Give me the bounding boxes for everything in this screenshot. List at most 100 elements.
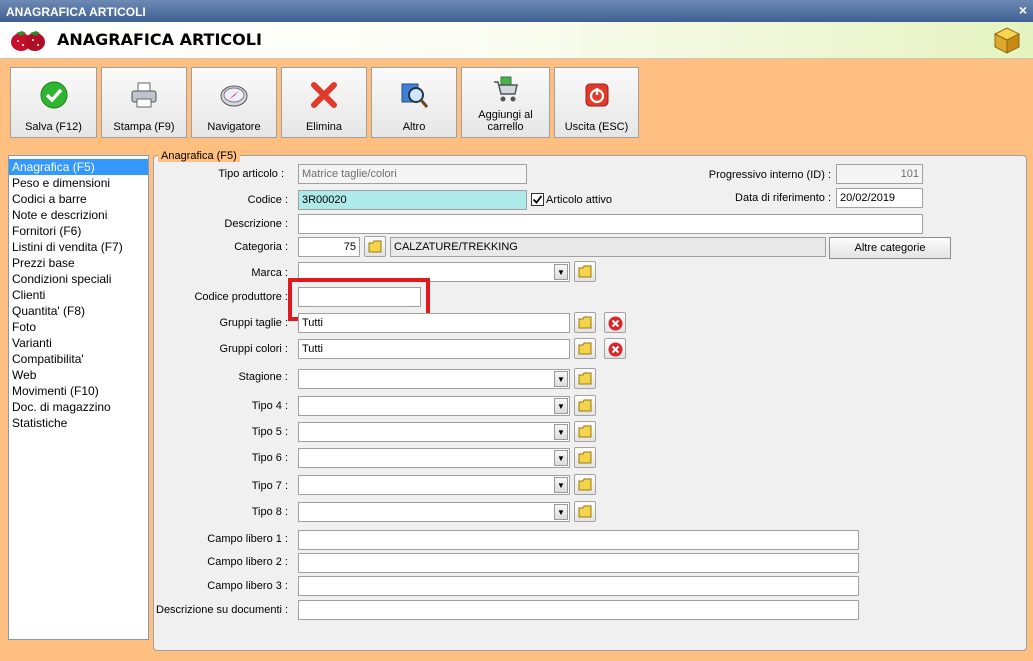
sidebar-item-codici-barre[interactable]: Codici a barre — [9, 191, 148, 207]
progressivo-field[interactable]: 101 — [836, 164, 923, 184]
marca-label: Marca : — [251, 267, 288, 279]
progressivo-label: Progressivo interno (ID) : — [708, 169, 831, 181]
folder-icon — [578, 451, 592, 464]
tipo7-select[interactable]: ▼ — [298, 475, 570, 495]
magnifier-icon — [401, 83, 429, 108]
gruppi-taglie-clear-button[interactable] — [604, 312, 626, 333]
cart-icon — [493, 76, 518, 102]
sidebar-item-doc-magazzino[interactable]: Doc. di magazzino — [9, 399, 148, 415]
add-to-cart-button[interactable]: Aggiungi al carrello — [461, 67, 550, 138]
sidebar-item-note[interactable]: Note e descrizioni — [9, 207, 148, 223]
window-title: ANAGRAFICA ARTICOLI — [6, 5, 146, 19]
compass-icon — [220, 85, 248, 107]
tipo6-folder-button[interactable] — [574, 447, 596, 468]
tipo7-label: Tipo 7 : — [251, 480, 288, 492]
sidebar-item-varianti[interactable]: Varianti — [9, 335, 148, 351]
sidebar-item-compatibilita[interactable]: Compatibilita' — [9, 351, 148, 367]
exit-label: Uscita (ESC) — [564, 121, 629, 133]
sidebar-nav: Anagrafica (F5) Peso e dimensioni Codici… — [8, 155, 149, 640]
tipo6-select[interactable]: ▼ — [298, 448, 570, 468]
stagione-label: Stagione : — [238, 371, 288, 383]
tipo4-label: Tipo 4 : — [251, 400, 288, 412]
tipo-articolo-field[interactable]: Matrice taglie/colori — [298, 164, 527, 184]
codice-field[interactable]: 3R00020 — [298, 190, 527, 210]
tipo8-label: Tipo 8 : — [251, 506, 288, 518]
desc-documenti-label: Descrizione su documenti : — [156, 604, 289, 616]
stagione-folder-button[interactable] — [574, 368, 596, 389]
chevron-down-icon[interactable]: ▼ — [554, 424, 568, 440]
remove-icon — [608, 342, 623, 357]
exit-button[interactable]: Uscita (ESC) — [554, 67, 639, 138]
chevron-down-icon[interactable]: ▼ — [554, 477, 568, 493]
tipo4-folder-button[interactable] — [574, 395, 596, 416]
tipo5-select[interactable]: ▼ — [298, 422, 570, 442]
tipo-articolo-label: Tipo articolo : — [218, 168, 284, 180]
chevron-down-icon[interactable]: ▼ — [554, 371, 568, 387]
chevron-down-icon[interactable]: ▼ — [554, 504, 568, 520]
codice-produttore-label: Codice produttore : — [194, 291, 288, 303]
sidebar-item-quantita[interactable]: Quantita' (F8) — [9, 303, 148, 319]
campo-libero-1-label: Campo libero 1 : — [207, 533, 288, 545]
close-icon[interactable]: × — [1019, 2, 1027, 18]
save-label: Salva (F12) — [25, 121, 82, 133]
chevron-down-icon[interactable]: ▼ — [554, 398, 568, 414]
stagione-select[interactable]: ▼ — [298, 369, 570, 389]
sidebar-item-peso[interactable]: Peso e dimensioni — [9, 175, 148, 191]
folder-icon — [578, 425, 592, 438]
delete-label: Elimina — [305, 121, 343, 133]
folder-icon — [578, 316, 592, 329]
window-titlebar: ANAGRAFICA ARTICOLI × — [0, 0, 1033, 22]
marca-folder-button[interactable] — [574, 261, 596, 282]
strawberries-icon — [11, 31, 45, 51]
categoria-name-field[interactable]: CALZATURE/TREKKING — [390, 237, 826, 257]
tipo8-select[interactable]: ▼ — [298, 502, 570, 522]
tipo4-select[interactable]: ▼ — [298, 396, 570, 416]
categoria-label: Categoria : — [234, 241, 288, 253]
header-bar: ANAGRAFICA ARTICOLI — [0, 22, 1033, 59]
boxes-icon — [993, 27, 1021, 54]
sidebar-item-foto[interactable]: Foto — [9, 319, 148, 335]
altre-categorie-button[interactable]: Altre categorie — [829, 237, 951, 259]
data-riferimento-field[interactable]: 20/02/2019 — [836, 188, 923, 208]
add-to-cart-label: Aggiungi al carrello — [478, 109, 533, 133]
save-button[interactable]: Salva (F12) — [10, 67, 97, 138]
navigator-button[interactable]: Navigatore — [191, 67, 277, 138]
categoria-code-field[interactable]: 75 — [298, 237, 360, 257]
gruppi-colori-folder-button[interactable] — [574, 338, 596, 359]
gruppi-colori-field[interactable]: Tutti — [298, 339, 570, 359]
sidebar-item-movimenti[interactable]: Movimenti (F10) — [9, 383, 148, 399]
print-button[interactable]: Stampa (F9) — [101, 67, 187, 138]
gruppi-colori-label: Gruppi colori : — [219, 343, 288, 355]
sidebar-item-listini[interactable]: Listini di vendita (F7) — [9, 239, 148, 255]
sidebar-item-fornitori[interactable]: Fornitori (F6) — [9, 223, 148, 239]
folder-icon — [578, 478, 592, 491]
gruppi-colori-clear-button[interactable] — [604, 338, 626, 359]
sidebar-item-statistiche[interactable]: Statistiche — [9, 415, 148, 431]
power-icon — [585, 83, 608, 107]
campo-libero-1-field[interactable] — [298, 530, 859, 550]
sidebar-item-prezzi-base[interactable]: Prezzi base — [9, 255, 148, 271]
tipo8-folder-button[interactable] — [574, 501, 596, 522]
chevron-down-icon[interactable]: ▼ — [554, 264, 568, 280]
campo-libero-2-label: Campo libero 2 : — [207, 556, 288, 568]
delete-button[interactable]: Elimina — [281, 67, 367, 138]
desc-documenti-field[interactable] — [298, 600, 859, 620]
checkmark-icon — [532, 195, 543, 204]
tipo5-folder-button[interactable] — [574, 421, 596, 442]
categoria-folder-button[interactable] — [364, 236, 386, 257]
tipo7-folder-button[interactable] — [574, 474, 596, 495]
gruppi-taglie-field[interactable]: Tutti — [298, 313, 570, 333]
campo-libero-3-field[interactable] — [298, 576, 859, 596]
gruppi-taglie-folder-button[interactable] — [574, 312, 596, 333]
sidebar-item-anagrafica[interactable]: Anagrafica (F5) — [9, 159, 148, 175]
chevron-down-icon[interactable]: ▼ — [554, 450, 568, 466]
folder-icon — [578, 399, 592, 412]
folder-icon — [368, 240, 382, 253]
other-button[interactable]: Altro — [371, 67, 457, 138]
campo-libero-2-field[interactable] — [298, 553, 859, 573]
articolo-attivo-checkbox[interactable] — [531, 193, 544, 206]
descrizione-field[interactable] — [298, 214, 923, 234]
sidebar-item-clienti[interactable]: Clienti — [9, 287, 148, 303]
sidebar-item-condizioni[interactable]: Condizioni speciali — [9, 271, 148, 287]
sidebar-item-web[interactable]: Web — [9, 367, 148, 383]
